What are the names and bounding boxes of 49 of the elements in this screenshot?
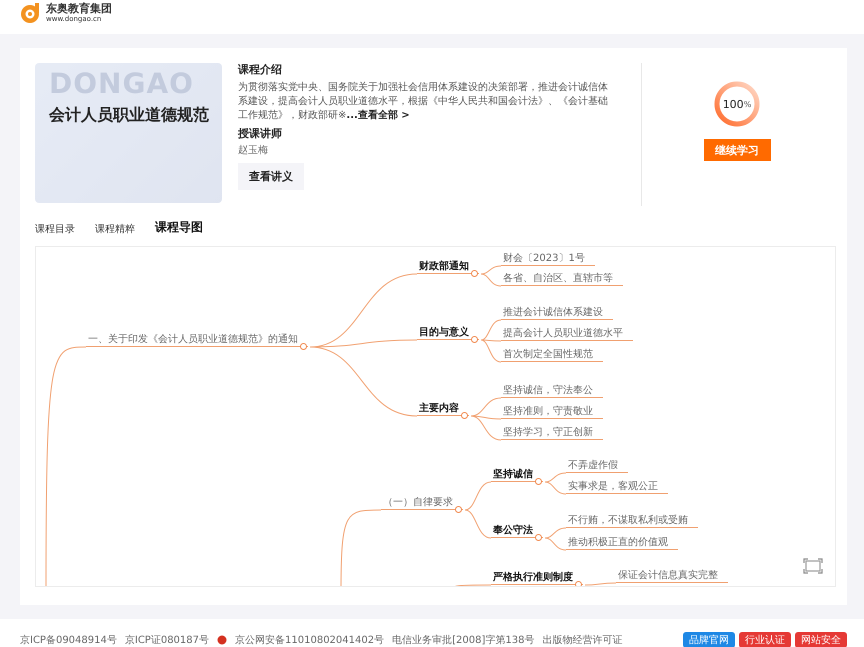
connector-line <box>464 510 492 538</box>
mindmap-node[interactable]: 坚持学习，守正创新 <box>501 426 603 440</box>
course-intro: 为贯彻落实党中央、国务院关于加强社会信用体系建设的决策部署，推进会计诚信体系建设，提高会计人员职业道德水平，根据《中华人民共和国会计法》、《会计基础工作规范》，财政部研※...查看全部 > <box>238 81 609 123</box>
connector-line <box>544 538 566 550</box>
view-all-link[interactable]: ...查看全部 > <box>346 110 410 121</box>
tab[interactable]: 课程目录 <box>35 222 75 236</box>
tab[interactable]: 课程导图 <box>155 219 203 236</box>
certification-badge[interactable]: 品牌官网 <box>683 632 735 647</box>
certification-badge[interactable]: 网站安全 <box>795 632 847 647</box>
mindmap-node[interactable]: 财政部通知 <box>417 260 479 274</box>
connector-line <box>464 482 492 510</box>
record-link[interactable]: 京公网安备11010802041402号 <box>235 633 384 647</box>
mindmap-node[interactable]: 奉公守法 <box>491 524 543 538</box>
record-link[interactable]: 京ICP证080187号 <box>124 633 210 647</box>
mindmap-node[interactable]: 推进会计诚信体系建设 <box>501 306 613 320</box>
mindmap-node[interactable]: 各省、自治区、直辖市等 <box>501 272 623 286</box>
mindmap-node[interactable]: 主要内容 <box>417 402 469 416</box>
mindmap-node[interactable]: 目的与意义 <box>417 326 479 340</box>
mindmap-node[interactable]: 财会〔2023〕1号 <box>501 252 595 266</box>
section-heading: 课程介绍 <box>238 63 282 77</box>
logo-title[interactable]: 东奥教育集团 <box>46 3 112 15</box>
fullscreen-icon[interactable] <box>803 558 823 574</box>
tab[interactable]: 课程精粹 <box>95 222 135 236</box>
record-link[interactable]: 出版物经营许可证 <box>542 633 622 647</box>
connector-line <box>584 582 616 586</box>
connector-line <box>544 472 566 482</box>
mindmap-node[interactable]: 保证会计信息真实完整 <box>616 569 728 583</box>
emblem-icon <box>217 635 228 645</box>
mindmap-node[interactable]: 坚持诚信 <box>491 468 543 482</box>
mindmap-node[interactable]: 提高会计人员职业道德水平 <box>501 327 633 341</box>
connector-line <box>544 482 566 494</box>
mindmap-node[interactable]: 推动积极正直的价值观 <box>566 536 678 550</box>
mindmap-node[interactable]: 不弄虚作假 <box>566 459 628 473</box>
mindmap-node[interactable]: 不行贿，不谋取私利或受贿 <box>566 514 698 528</box>
mindmap-node[interactable]: 实事求是，客观公正 <box>566 480 668 494</box>
record-link[interactable]: 电信业务审批[2008]字第138号 <box>392 633 534 647</box>
cover-title: 会计人员职业道德规范 <box>49 105 209 126</box>
view-handout-button[interactable]: 查看讲义 <box>238 163 304 190</box>
mindmap-node[interactable]: 坚持准则，守责敬业 <box>501 405 603 419</box>
section-heading: 授课讲师 <box>238 127 282 141</box>
mindmap-node[interactable]: 首次制定全国性规范 <box>501 348 603 362</box>
connector-line <box>544 528 566 538</box>
record-link[interactable]: 京ICP备09048914号 <box>20 633 117 647</box>
certification-badge[interactable]: 行业认证 <box>739 632 791 647</box>
mindmap-node[interactable]: 一、关于印发《会计人员职业道德规范》的通知 <box>86 333 308 347</box>
mindmap-node[interactable]: 严格执行准则制度 <box>491 571 583 585</box>
mindmap-node[interactable]: 坚持诚信，守法奉公 <box>501 384 603 398</box>
teacher-name: 赵玉梅 <box>238 145 268 157</box>
mindmap-node[interactable]: （一）自律要求 <box>381 496 463 510</box>
